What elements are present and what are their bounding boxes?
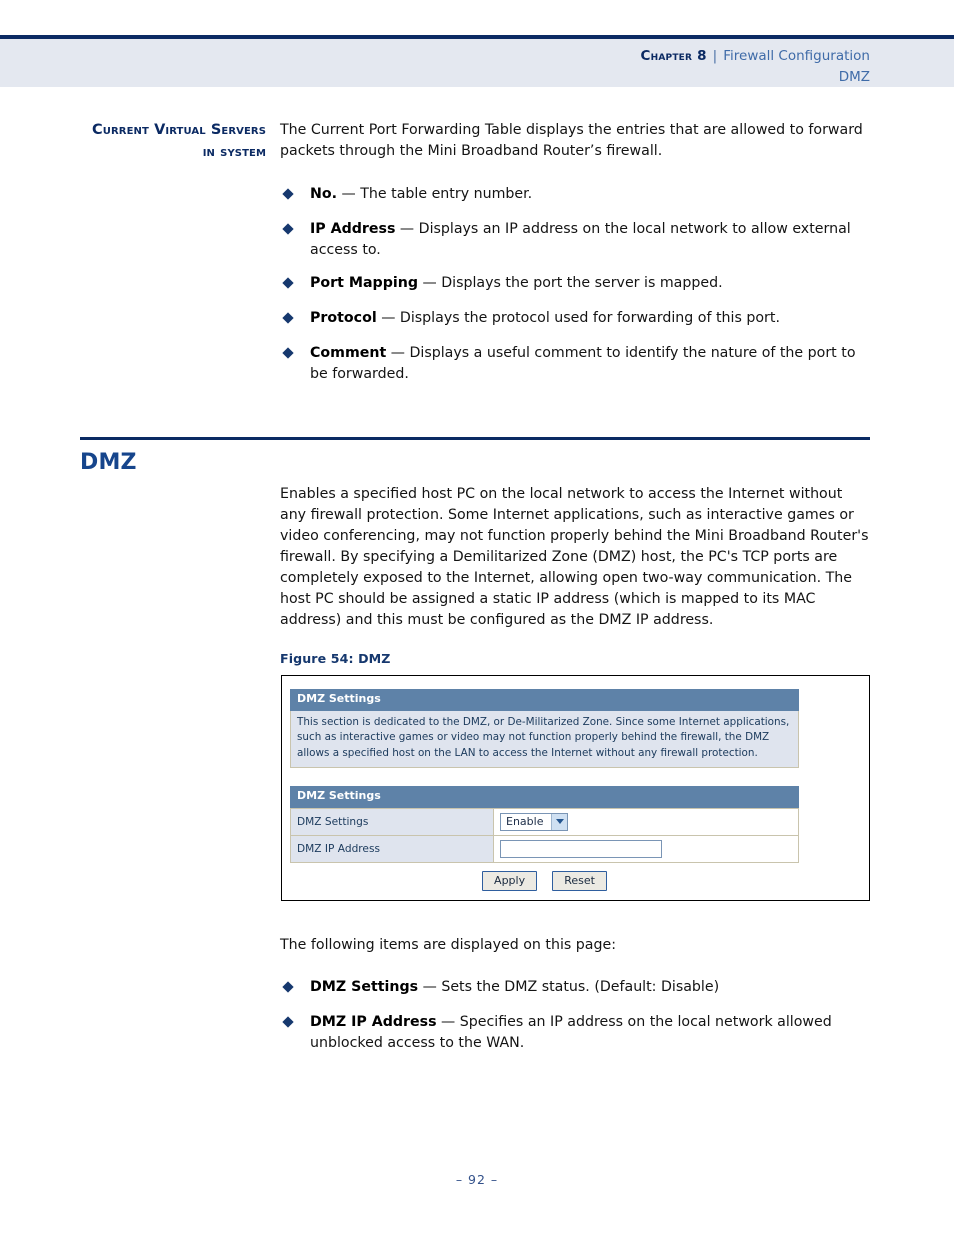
list-item-term: IP Address — [310, 221, 396, 238]
reset-button[interactable]: Reset — [552, 871, 607, 892]
dmz-following-intro: The following items are displayed on thi… — [280, 937, 617, 953]
list-item-dash: — — [436, 1014, 460, 1031]
dmz-ip-address-input[interactable] — [500, 839, 662, 858]
diamond-bullet-icon — [282, 1016, 294, 1028]
figure-caption: Figure 54: DMZ — [280, 651, 391, 666]
table-row: DMZ IP Address — [290, 834, 799, 863]
apply-button[interactable]: Apply — [482, 871, 538, 892]
list-item: DMZ IP Address — Specifies an IP address… — [280, 1012, 872, 1054]
header-separator: | — [712, 48, 718, 64]
list-item-desc: The table entry number. — [360, 186, 533, 203]
diamond-bullet-icon — [282, 981, 294, 993]
dmz-settings-table: DMZ Settings Enable DMZ IP Address — [290, 807, 799, 863]
list-item-dash: — — [376, 310, 400, 327]
info-panel-title: DMZ Settings — [290, 689, 799, 711]
header-chapter: Chapter 8 — [640, 48, 707, 64]
running-header: Chapter 8 | Firewall Configuration DMZ — [641, 44, 870, 87]
dmz-body-paragraph: Enables a specified host PC on the local… — [280, 486, 869, 629]
list-item-dash: — — [395, 221, 419, 238]
dmz-field-list: DMZ Settings — Sets the DMZ status. (Def… — [280, 977, 872, 1054]
table-row: DMZ Settings Enable — [290, 807, 799, 836]
form-actions: Apply Reset — [290, 869, 799, 892]
list-item: Protocol — Displays the protocol used fo… — [280, 308, 872, 329]
list-item: No. — The table entry number. — [280, 184, 872, 205]
list-item-term: Comment — [310, 345, 387, 362]
panel-spacer — [290, 768, 799, 786]
diamond-bullet-icon — [282, 223, 294, 235]
diamond-bullet-icon — [282, 188, 294, 200]
info-panel-description: This section is dedicated to the DMZ, or… — [290, 710, 799, 769]
diamond-bullet-icon — [282, 277, 294, 289]
servers-intro-paragraph: The Current Port Forwarding Table displa… — [280, 122, 863, 160]
chevron-down-icon[interactable] — [551, 813, 568, 830]
list-item-term: DMZ Settings — [310, 979, 419, 996]
list-item-term: No. — [310, 186, 338, 203]
diamond-bullet-icon — [282, 347, 294, 359]
router-ui: DMZ Settings This section is dedicated t… — [290, 689, 799, 863]
servers-field-list: No. — The table entry number. IP Address… — [280, 184, 872, 385]
list-item: IP Address — Displays an IP address on t… — [280, 219, 872, 261]
list-item: DMZ Settings — Sets the DMZ status. (Def… — [280, 977, 872, 998]
diamond-bullet-icon — [282, 312, 294, 324]
list-item-term: Port Mapping — [310, 275, 418, 292]
list-item-dash: — — [418, 275, 442, 292]
row-label-dmz-settings: DMZ Settings — [290, 807, 494, 836]
list-item-term: Protocol — [310, 310, 377, 327]
row-label-dmz-ip-address: DMZ IP Address — [290, 834, 494, 863]
list-item-dash: — — [386, 345, 410, 362]
dmz-settings-select[interactable]: Enable — [500, 812, 569, 831]
header-subtitle: DMZ — [838, 68, 870, 85]
page-title: DMZ — [80, 450, 137, 475]
list-item-dash: — — [418, 979, 442, 996]
header-title: Firewall Configuration — [723, 48, 870, 64]
list-item-term: DMZ IP Address — [310, 1014, 437, 1031]
row-value-dmz-settings: Enable — [493, 807, 799, 836]
figure-dmz-screenshot: DMZ Settings This section is dedicated t… — [281, 675, 870, 901]
page-number: – 92 – — [455, 1172, 499, 1187]
list-item: Comment — Displays a useful comment to i… — [280, 343, 872, 385]
list-item-desc: Displays the protocol used for forwardin… — [399, 310, 780, 327]
list-item-desc: Sets the DMZ status. (Default: Disable) — [441, 979, 720, 996]
side-heading-current-virtual-servers: Current Virtual Servers in system — [92, 122, 266, 160]
list-item-desc: Displays the port the server is mapped. — [441, 275, 723, 292]
list-item: Port Mapping — Displays the port the ser… — [280, 273, 872, 294]
list-item-dash: — — [337, 186, 361, 203]
form-panel-title: DMZ Settings — [290, 786, 799, 808]
dmz-settings-select-value: Enable — [506, 814, 544, 828]
row-value-dmz-ip-address — [493, 834, 799, 863]
section-divider-rule — [80, 437, 870, 440]
